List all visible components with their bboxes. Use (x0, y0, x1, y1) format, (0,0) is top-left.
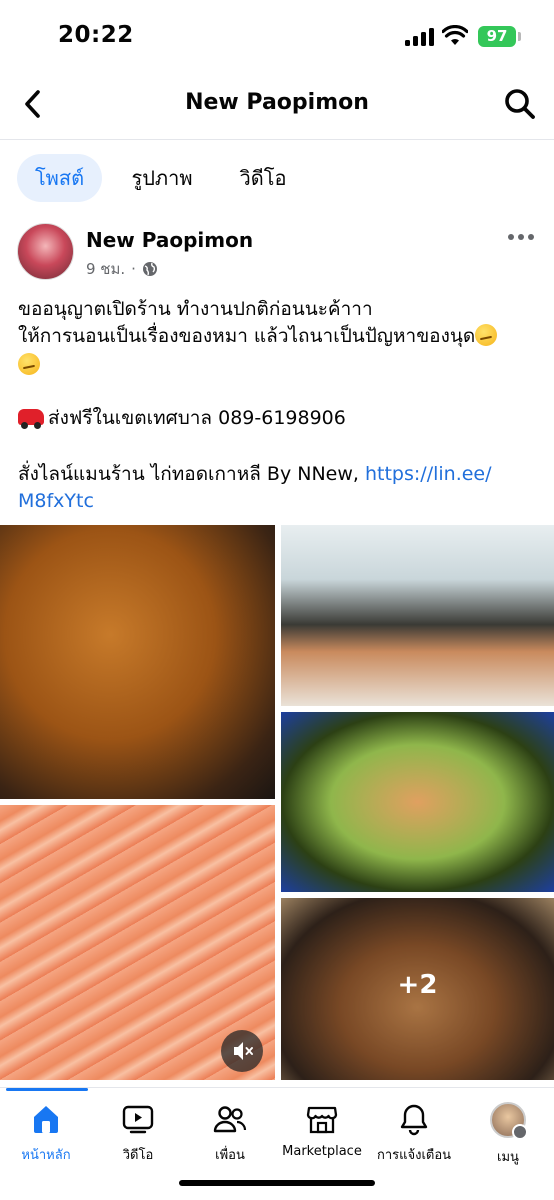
post-link-continued: M8fxYtc (18, 488, 538, 515)
tab-photos[interactable]: รูปภาพ (116, 154, 208, 202)
post-text-line-4: สั่งไลน์แมนร้าน ไก่ทอดเกาหลี By NNew, ht… (18, 461, 538, 488)
cellular-signal-icon (405, 28, 435, 46)
post-meta: 9 ชม. · (86, 257, 158, 281)
woozy-face-emoji-icon (18, 353, 40, 375)
tab-posts[interactable]: โพสต์ (17, 154, 102, 202)
profile-tabs: โพสต์ รูปภาพ วิดีโอ (0, 150, 554, 206)
post-text-line-2-text: ให้การนอนเป็นเรื่องของหมา แล้วไถนาเป็นปั… (18, 325, 476, 347)
home-icon (34, 1106, 58, 1133)
poster-avatar[interactable] (17, 223, 74, 280)
post-link[interactable]: https://lin.ee/ (365, 463, 492, 485)
post-photo-4[interactable] (0, 805, 275, 1080)
battery-tip (518, 32, 521, 41)
wifi-icon (442, 25, 468, 45)
page-title: New Paopimon (185, 90, 369, 115)
poster-name[interactable]: New Paopimon (86, 228, 253, 252)
nav-friends-label: เพื่อน (215, 1148, 245, 1163)
post-text-line-4-text: สั่งไลน์แมนร้าน ไก่ทอดเกาหลี By NNew, (18, 463, 365, 485)
menu-avatar-icon (490, 1102, 528, 1140)
post-photo-3[interactable] (281, 712, 554, 892)
search-icon[interactable] (502, 86, 538, 122)
post-photo-5[interactable]: +2 (281, 898, 554, 1080)
battery-level: 97 (478, 26, 516, 47)
post-text-line-3: ส่งฟรีในเขตเทศบาล 089-6198906 (18, 405, 538, 432)
home-indicator[interactable] (179, 1180, 375, 1186)
friends-icon (213, 1106, 247, 1133)
mute-icon[interactable] (221, 1030, 263, 1072)
post-text-line-3-text: ส่งฟรีในเขตเทศบาล 089-6198906 (48, 407, 346, 429)
page-header: New Paopimon (0, 72, 554, 140)
status-bar: 20:22 97 (0, 0, 554, 72)
nav-menu[interactable]: เมนู (462, 1102, 554, 1166)
bell-icon (400, 1104, 428, 1136)
post-photo-2[interactable] (281, 525, 554, 706)
active-tab-indicator (6, 1088, 88, 1091)
post-time[interactable]: 9 ชม. (86, 257, 125, 281)
post-photo-1[interactable] (0, 525, 275, 799)
status-time: 20:22 (58, 22, 134, 48)
post-text-emoji-line (18, 352, 538, 379)
nav-home[interactable]: หน้าหลัก (0, 1102, 92, 1166)
nav-marketplace-label: Marketplace (282, 1144, 362, 1159)
nav-notifications[interactable]: การแจ้งเตือน (368, 1102, 460, 1166)
meta-separator: · (131, 260, 136, 278)
nav-home-label: หน้าหลัก (21, 1148, 71, 1163)
nav-friends[interactable]: เพื่อน (184, 1102, 276, 1166)
woozy-face-emoji-icon (475, 324, 498, 346)
post-more-options-icon[interactable] (508, 230, 538, 246)
post-text-line-2: ให้การนอนเป็นเรื่องของหมา แล้วไถนาเป็นปั… (18, 323, 538, 350)
globe-icon (142, 262, 157, 276)
video-icon (122, 1105, 154, 1134)
nav-video-label: วิดีโอ (122, 1148, 154, 1163)
post-link-part-2[interactable]: M8fxYtc (18, 490, 94, 512)
menu-badge-icon (512, 1124, 528, 1140)
post-text-line-1: ขออนุญาตเปิดร้าน ทำงานปกติก่อนนะค้าาา (18, 298, 373, 320)
more-photos-count[interactable]: +2 (281, 970, 554, 1000)
nav-video[interactable]: วิดีโอ (92, 1102, 184, 1166)
marketplace-icon (306, 1106, 338, 1134)
car-emoji-icon (18, 409, 44, 429)
tab-videos[interactable]: วิดีโอ (224, 154, 302, 202)
nav-menu-label: เมนู (497, 1150, 519, 1165)
nav-notifications-label: การแจ้งเตือน (376, 1148, 452, 1163)
nav-marketplace[interactable]: Marketplace (276, 1102, 368, 1166)
